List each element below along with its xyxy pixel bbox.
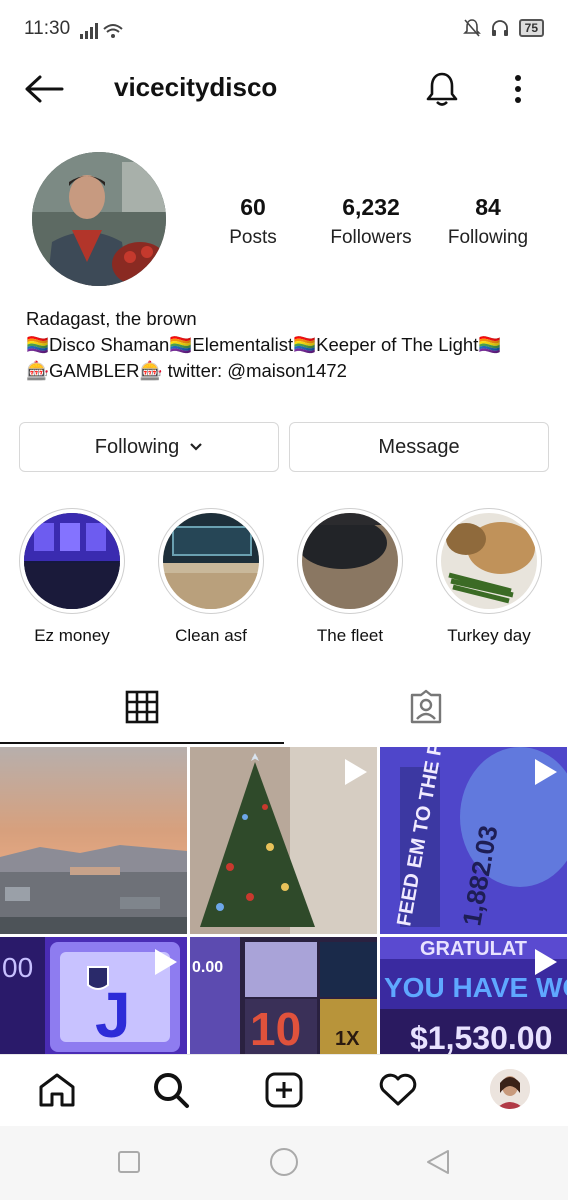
- grid-text-6a: YOU HAVE WO: [384, 972, 567, 1003]
- posts-count: 60: [240, 194, 266, 220]
- profile-avatar-nav[interactable]: [490, 1069, 530, 1109]
- grid-tab-icon[interactable]: [125, 690, 159, 729]
- profile-bio: Radagast, the brown 🏳️‍🌈Disco Shaman🏳️‍🌈…: [26, 306, 501, 384]
- highlight-ez-money[interactable]: Ez money: [18, 508, 126, 646]
- headphones-icon: [491, 20, 508, 36]
- profile-username: vicecitydisco: [114, 72, 278, 102]
- grid-text-5c: 0.00: [192, 959, 223, 976]
- following-button[interactable]: Following: [19, 422, 279, 472]
- following-label: Following: [447, 227, 529, 248]
- highlight-turkey-day-cover: [441, 513, 537, 609]
- chevron-down-icon: [190, 443, 203, 451]
- highlight-clean-asf[interactable]: Clean asf: [157, 508, 265, 646]
- video-indicator-icon: [535, 949, 557, 975]
- message-button[interactable]: Message: [289, 422, 549, 472]
- home-circle-icon[interactable]: [268, 1146, 300, 1183]
- mute-icon: [462, 19, 481, 37]
- back-arrow-icon[interactable]: [24, 74, 64, 109]
- post-grid-item-4[interactable]: 00 J: [0, 937, 187, 1054]
- post-grid-item-1[interactable]: [0, 747, 187, 934]
- highlight-turkey-day-label: Turkey day: [447, 626, 531, 645]
- post-grid-item-2[interactable]: [190, 747, 377, 934]
- grid-text-6b: $1,530.00: [410, 1020, 552, 1054]
- video-indicator-icon: [155, 949, 177, 975]
- post-grid-item-6[interactable]: GRATULAT YOU HAVE WO $1,530.00: [380, 937, 567, 1054]
- followers-label: Followers: [330, 227, 412, 248]
- bio-line-2: 🏳️‍🌈Disco Shaman🏳️‍🌈Elementalist🏳️‍🌈Keep…: [26, 334, 502, 355]
- grid-text-5b: 1X: [335, 1028, 360, 1050]
- status-time: 11:30: [24, 18, 71, 39]
- active-tab-indicator: [0, 742, 284, 744]
- profile-avatar[interactable]: [32, 152, 166, 286]
- posts-label: Posts: [229, 227, 277, 248]
- bio-name: Radagast, the brown: [26, 308, 197, 329]
- recents-square-icon[interactable]: [117, 1150, 141, 1179]
- highlight-clean-asf-label: Clean asf: [175, 626, 247, 645]
- grid-text-5a: 10: [250, 1003, 301, 1054]
- bio-line-3: 🎰GAMBLER🎰 twitter: @maison1472: [26, 360, 347, 381]
- followers-count: 6,232: [342, 194, 400, 220]
- profile-tabs: [0, 680, 568, 744]
- highlight-clean-asf-cover: [163, 513, 259, 609]
- highlight-the-fleet-cover: [302, 513, 398, 609]
- highlight-the-fleet[interactable]: The fleet: [296, 508, 404, 646]
- stat-followers[interactable]: 6,232 Followers: [320, 194, 422, 249]
- following-count: 84: [475, 194, 501, 220]
- highlight-ez-money-cover: [24, 513, 120, 609]
- activity-heart-icon[interactable]: [378, 1073, 418, 1112]
- status-right: 75: [462, 18, 544, 38]
- post-grid-item-3[interactable]: FEED EM TO THE PIGS 1,882.03: [380, 747, 567, 934]
- profile-header: [0, 60, 568, 120]
- search-icon[interactable]: [152, 1071, 190, 1114]
- grid-text-6c: GRATULAT: [420, 938, 527, 960]
- grid-text-4b: 00: [2, 952, 33, 983]
- highlight-turkey-day[interactable]: Turkey day: [435, 508, 543, 646]
- post-grid-item-5[interactable]: 0.00 10 1X: [190, 937, 377, 1054]
- highlight-the-fleet-label: The fleet: [316, 626, 384, 645]
- video-indicator-icon: [535, 759, 557, 785]
- battery-indicator: 75: [518, 19, 544, 37]
- more-options-icon[interactable]: [514, 74, 522, 109]
- status-bar: 11:30 75: [0, 0, 568, 60]
- notification-bell-icon[interactable]: [424, 70, 460, 113]
- add-post-icon[interactable]: [265, 1072, 303, 1113]
- signal-wifi-icon: [80, 22, 128, 45]
- stat-following[interactable]: 84 Following: [440, 194, 536, 249]
- highlight-ez-money-label: Ez money: [34, 626, 110, 645]
- back-triangle-icon[interactable]: [424, 1148, 452, 1181]
- tagged-tab-icon[interactable]: [408, 689, 444, 730]
- video-indicator-icon: [345, 759, 367, 785]
- stat-posts[interactable]: 60 Posts: [214, 194, 292, 249]
- following-button-label: Following: [94, 435, 180, 458]
- message-button-label: Message: [378, 435, 460, 458]
- home-icon[interactable]: [38, 1072, 76, 1113]
